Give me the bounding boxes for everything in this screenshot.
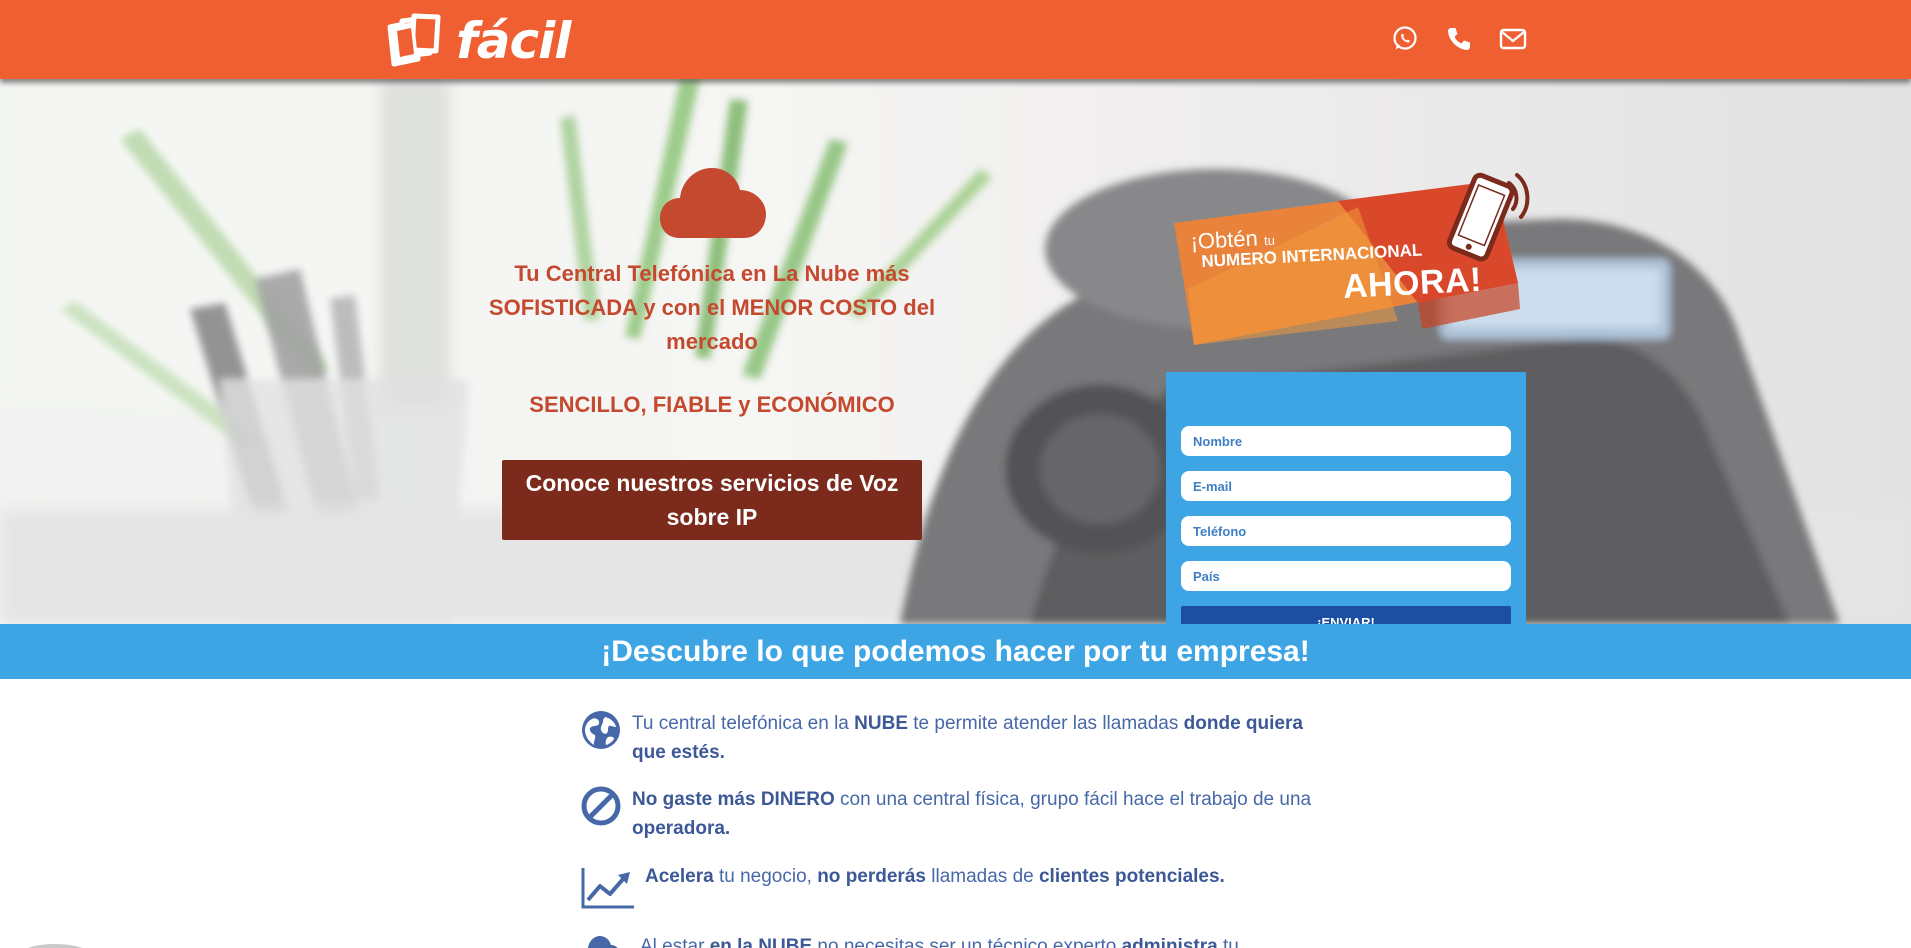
hero-headline: Tu Central Telefónica en La Nube más SOF… [488,261,936,354]
section-title: ¡Descubre lo que podemos hacer por tu em… [601,634,1310,668]
feature-text-part: tu negocio, [713,866,818,887]
feature-text-part: con una central física, grupo fácil hace… [834,789,1312,810]
trend-chart-icon [581,868,634,909]
top-navigation-bar: fácil [0,0,1911,79]
promo-line-1-small: tu [1263,232,1276,249]
brand-cards-icon [387,13,441,67]
brand-name: fácil [456,12,571,70]
feature-text-bold: clientes potenciales. [1038,866,1225,887]
feature-text-part: llamadas de [925,866,1039,887]
signup-form: ¡ENVIAR! [1166,372,1526,624]
decorative-circle [27,944,83,948]
whatsapp-icon[interactable] [1390,24,1420,54]
submit-button[interactable]: ¡ENVIAR! [1181,606,1511,624]
name-input[interactable] [1181,426,1511,456]
prohibited-icon [581,786,621,826]
feature-text-bold: no perderás [817,866,926,887]
cloud-icon [660,168,766,238]
feature-item: Al estar en la NUBE no necesitas ser un … [578,932,1318,948]
feature-text: No gaste más DINERO con una central físi… [632,785,1332,843]
promo-line-3: AHORA! [1342,260,1483,306]
feature-text-part: tu [1217,936,1239,948]
feature-text-bold: administra [1121,936,1218,948]
feature-text-bold: Acelera [645,866,714,887]
feature-text-part: Tu central telefónica en la [632,713,855,734]
email-input[interactable] [1181,471,1511,501]
feature-text-part: te permite atender las llamadas [908,713,1184,734]
feature-text: Acelera tu negocio, no perderás llamadas… [645,862,1345,891]
feature-text: Al estar en la NUBE no necesitas ser un … [640,932,1340,948]
feature-text-bold: en la NUBE [709,936,813,948]
hero-section: Tu Central Telefónica en La Nube más SOF… [0,79,1911,624]
phone-icon[interactable] [1444,24,1474,54]
feature-item: No gaste más DINERO con una central físi… [578,785,1318,845]
cloud-small-icon [588,936,618,948]
feature-text-bold: NUBE [854,713,908,734]
feature-text: Tu central telefónica en la NUBE te perm… [632,709,1332,767]
hero-tagline: SENCILLO, FIABLE y ECONÓMICO [529,392,895,417]
voip-services-button[interactable]: Conoce nuestros servicios de Voz sobre I… [502,460,922,540]
feature-text-part: no necesitas ser un técnico experto [812,936,1122,948]
country-input[interactable] [1181,561,1511,591]
feature-item: Acelera tu negocio, no perderás llamadas… [578,862,1318,910]
feature-text-part: Al estar [640,936,710,948]
feature-text-bold: No gaste más DINERO [632,789,835,810]
section-band: ¡Descubre lo que podemos hacer por tu em… [0,624,1911,679]
phone-input[interactable] [1181,516,1511,546]
feature-item: Tu central telefónica en la NUBE te perm… [578,709,1318,769]
smartphone-signal-icon [1446,172,1530,262]
brand-logo[interactable]: fácil [384,12,571,70]
mail-icon[interactable] [1498,24,1528,54]
contact-icons [1390,24,1528,54]
globe-icon [582,711,620,749]
feature-text-bold: operadora. [632,818,731,839]
